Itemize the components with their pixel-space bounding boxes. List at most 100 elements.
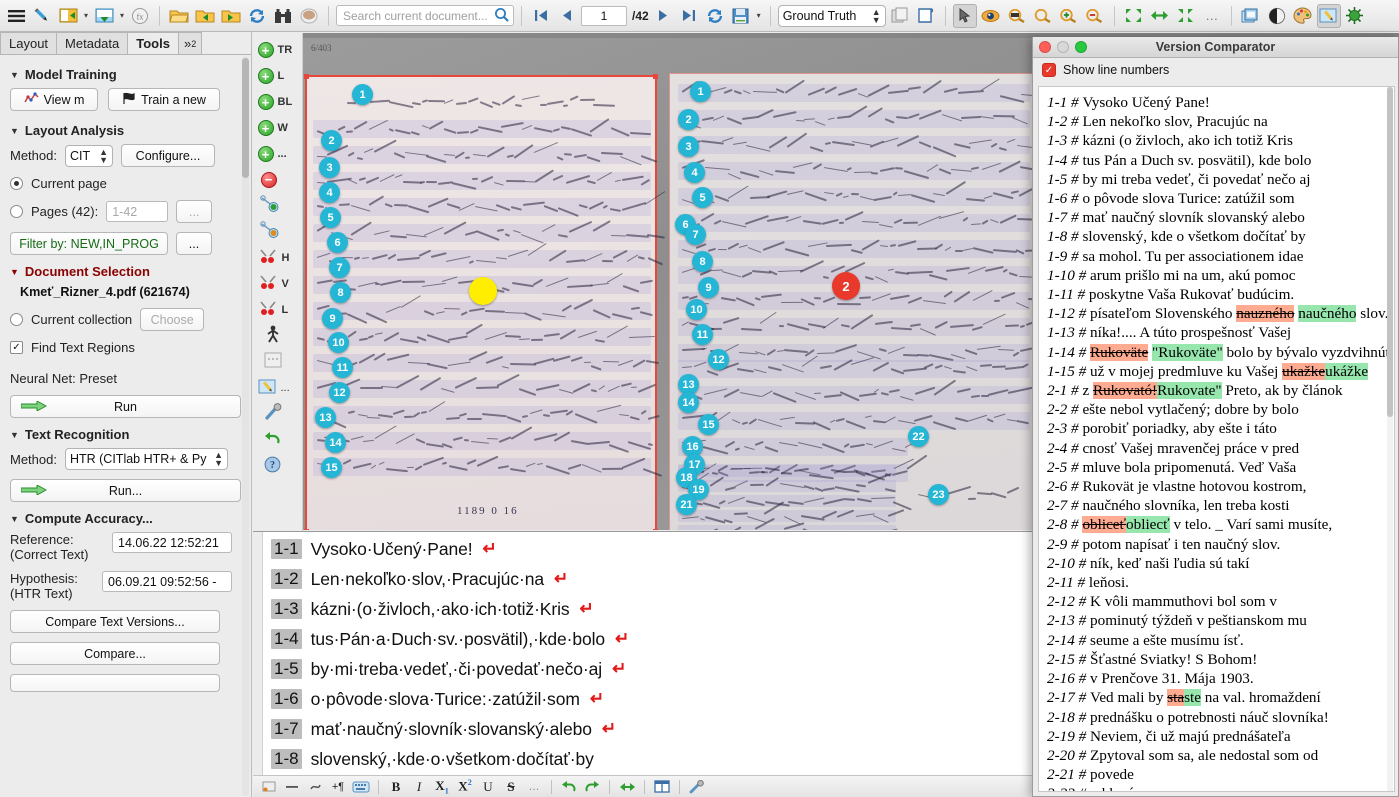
delete-tool[interactable]: − xyxy=(255,167,301,192)
export-document-icon[interactable] xyxy=(92,4,116,28)
unclear-icon[interactable] xyxy=(305,778,325,796)
region-corner-handle[interactable] xyxy=(304,74,309,79)
insert-tag-icon[interactable] xyxy=(259,778,279,796)
line-marker[interactable]: 1 xyxy=(690,81,711,102)
transcription-line-text[interactable]: by·mi·treba·vedeť,·či·povedať·nečo·aj xyxy=(311,659,603,680)
menu-icon[interactable] xyxy=(4,4,28,28)
line-marker[interactable]: 22 xyxy=(908,426,929,447)
compare-text-versions-button[interactable]: Compare Text Versions... xyxy=(10,610,220,633)
help-tool[interactable]: ? xyxy=(255,453,301,478)
transcription-line-text[interactable]: slovenský,·kde·o·všetkom·dočítať·by xyxy=(311,749,594,770)
zoom-icon[interactable] xyxy=(1031,4,1055,28)
layers-icon[interactable] xyxy=(1239,4,1263,28)
train-new-model-button[interactable]: Train a new xyxy=(108,88,220,111)
search-field[interactable] xyxy=(341,8,494,24)
line-marker[interactable]: 12 xyxy=(708,349,729,370)
previous-page-icon[interactable] xyxy=(555,4,579,28)
next-page-icon[interactable] xyxy=(651,4,675,28)
split-vertical-tool[interactable]: V xyxy=(255,271,301,296)
line-marker[interactable]: 8 xyxy=(692,251,713,272)
export-folder-icon[interactable] xyxy=(219,4,243,28)
collapse-icon[interactable] xyxy=(1122,4,1146,28)
tab-overflow[interactable]: » 2 xyxy=(178,32,202,54)
person-tool[interactable] xyxy=(255,323,301,348)
open-collection-icon[interactable] xyxy=(56,4,80,28)
pen-icon[interactable] xyxy=(30,4,54,28)
line-marker[interactable]: 4 xyxy=(684,162,705,183)
line-marker[interactable]: 7 xyxy=(685,224,706,245)
search-icon[interactable] xyxy=(494,7,509,25)
more-icon[interactable]: … xyxy=(524,778,544,796)
version-comparator-diff-list[interactable]: 1-1 # Vysoko Učený Pane! 1-2 # Len nekoľk… xyxy=(1038,86,1395,792)
last-page-icon[interactable] xyxy=(677,4,701,28)
coffee-icon[interactable] xyxy=(297,4,321,28)
pilcrow-icon[interactable]: +¶ xyxy=(328,778,348,796)
tab-layout[interactable]: Layout xyxy=(0,32,57,54)
line-marker[interactable]: 1 xyxy=(352,84,373,105)
current-collection-radio[interactable] xyxy=(10,313,23,326)
tab-tools[interactable]: Tools xyxy=(127,32,179,54)
reload-icon[interactable] xyxy=(245,4,269,28)
wrench-icon[interactable] xyxy=(687,778,707,796)
zoom-in-icon[interactable] xyxy=(1057,4,1081,28)
line-marker[interactable]: 3 xyxy=(678,136,699,157)
add-shape-point-tool[interactable] xyxy=(255,193,301,218)
edit-mode-icon[interactable] xyxy=(1317,4,1341,28)
line-marker[interactable]: 8 xyxy=(330,282,351,303)
first-page-icon[interactable] xyxy=(529,4,553,28)
fit-width-icon[interactable] xyxy=(1005,4,1029,28)
region-corner-handle[interactable] xyxy=(304,529,309,530)
section-compute-accuracy[interactable]: ▼ Compute Accuracy... xyxy=(10,511,241,526)
keyboard-icon[interactable] xyxy=(351,778,371,796)
htr-method-select[interactable]: HTR (CITlab HTR+ & Py ▲ ▼ xyxy=(65,448,228,470)
show-line-numbers-checkbox[interactable]: ✓ xyxy=(1042,63,1056,77)
transcription-line-text[interactable]: o·pôvode·slova·Turice:·zatúžil·som xyxy=(311,689,580,710)
add-line-tool[interactable]: + L xyxy=(255,63,301,88)
manuscript-page-right[interactable]: 1 2 3 4 5 6 7 8 9 10 11 12 13 14 15 16 17 18 19 21 22 23 2 xyxy=(669,73,1037,530)
chevron-down-icon-3[interactable]: ▾ xyxy=(755,11,763,20)
selected-line-marker[interactable] xyxy=(469,277,497,305)
add-text-region-tool[interactable]: + TR xyxy=(255,37,301,62)
expand-icon[interactable] xyxy=(1174,4,1198,28)
transcription-line-text[interactable]: Vysoko·Učený·Pane! xyxy=(311,539,473,560)
wrench-tool[interactable] xyxy=(255,401,301,426)
palette-icon[interactable] xyxy=(1291,4,1315,28)
italic-icon[interactable]: I xyxy=(409,778,429,796)
tab-metadata[interactable]: Metadata xyxy=(56,32,128,54)
duplicate-icon[interactable] xyxy=(888,4,912,28)
pages-more-button[interactable]: ... xyxy=(176,200,212,223)
strikethrough-icon[interactable]: S xyxy=(501,778,521,796)
line-marker[interactable]: 5 xyxy=(320,207,341,228)
layout-method-select[interactable]: CIT ▲ ▼ xyxy=(65,145,113,167)
bold-icon[interactable]: B xyxy=(386,778,406,796)
columns-icon[interactable] xyxy=(652,778,672,796)
line-marker[interactable]: 15 xyxy=(321,457,342,478)
filter-more-button[interactable]: ... xyxy=(176,232,212,255)
version-comparator-scroll-thumb[interactable] xyxy=(1387,87,1393,417)
view-models-button[interactable]: View m xyxy=(10,88,98,111)
page-view-icon[interactable] xyxy=(914,4,938,28)
region-corner-handle[interactable] xyxy=(653,529,658,530)
add-baseline-tool[interactable]: + BL xyxy=(255,89,301,114)
region-corner-handle[interactable] xyxy=(653,74,658,79)
line-marker[interactable]: 4 xyxy=(319,182,340,203)
underline-icon[interactable]: U xyxy=(478,778,498,796)
error-line-marker[interactable]: 2 xyxy=(832,272,860,300)
contrast-icon[interactable] xyxy=(1265,4,1289,28)
page-number-input[interactable]: 1 xyxy=(581,6,627,26)
configure-button[interactable]: Configure... xyxy=(121,144,215,167)
line-marker[interactable]: 3 xyxy=(319,157,340,178)
left-panel-scroll-thumb[interactable] xyxy=(242,58,249,178)
pages-input[interactable]: 1-42 xyxy=(106,201,168,222)
section-layout-analysis[interactable]: ▼ Layout Analysis xyxy=(10,123,241,138)
line-marker[interactable]: 2 xyxy=(321,130,342,151)
version-select[interactable]: Ground Truth ▲ ▼ xyxy=(778,5,886,27)
add-word-tool[interactable]: + W xyxy=(255,115,301,140)
undo-tool[interactable] xyxy=(255,427,301,452)
search-documents-icon[interactable] xyxy=(271,4,295,28)
line-marker[interactable]: 11 xyxy=(692,324,713,345)
section-text-recognition[interactable]: ▼ Text Recognition xyxy=(10,427,241,442)
subscript-icon[interactable]: X1 xyxy=(432,778,452,796)
split-horizontal-tool[interactable]: H xyxy=(255,245,301,270)
line-marker[interactable]: 21 xyxy=(676,494,697,515)
